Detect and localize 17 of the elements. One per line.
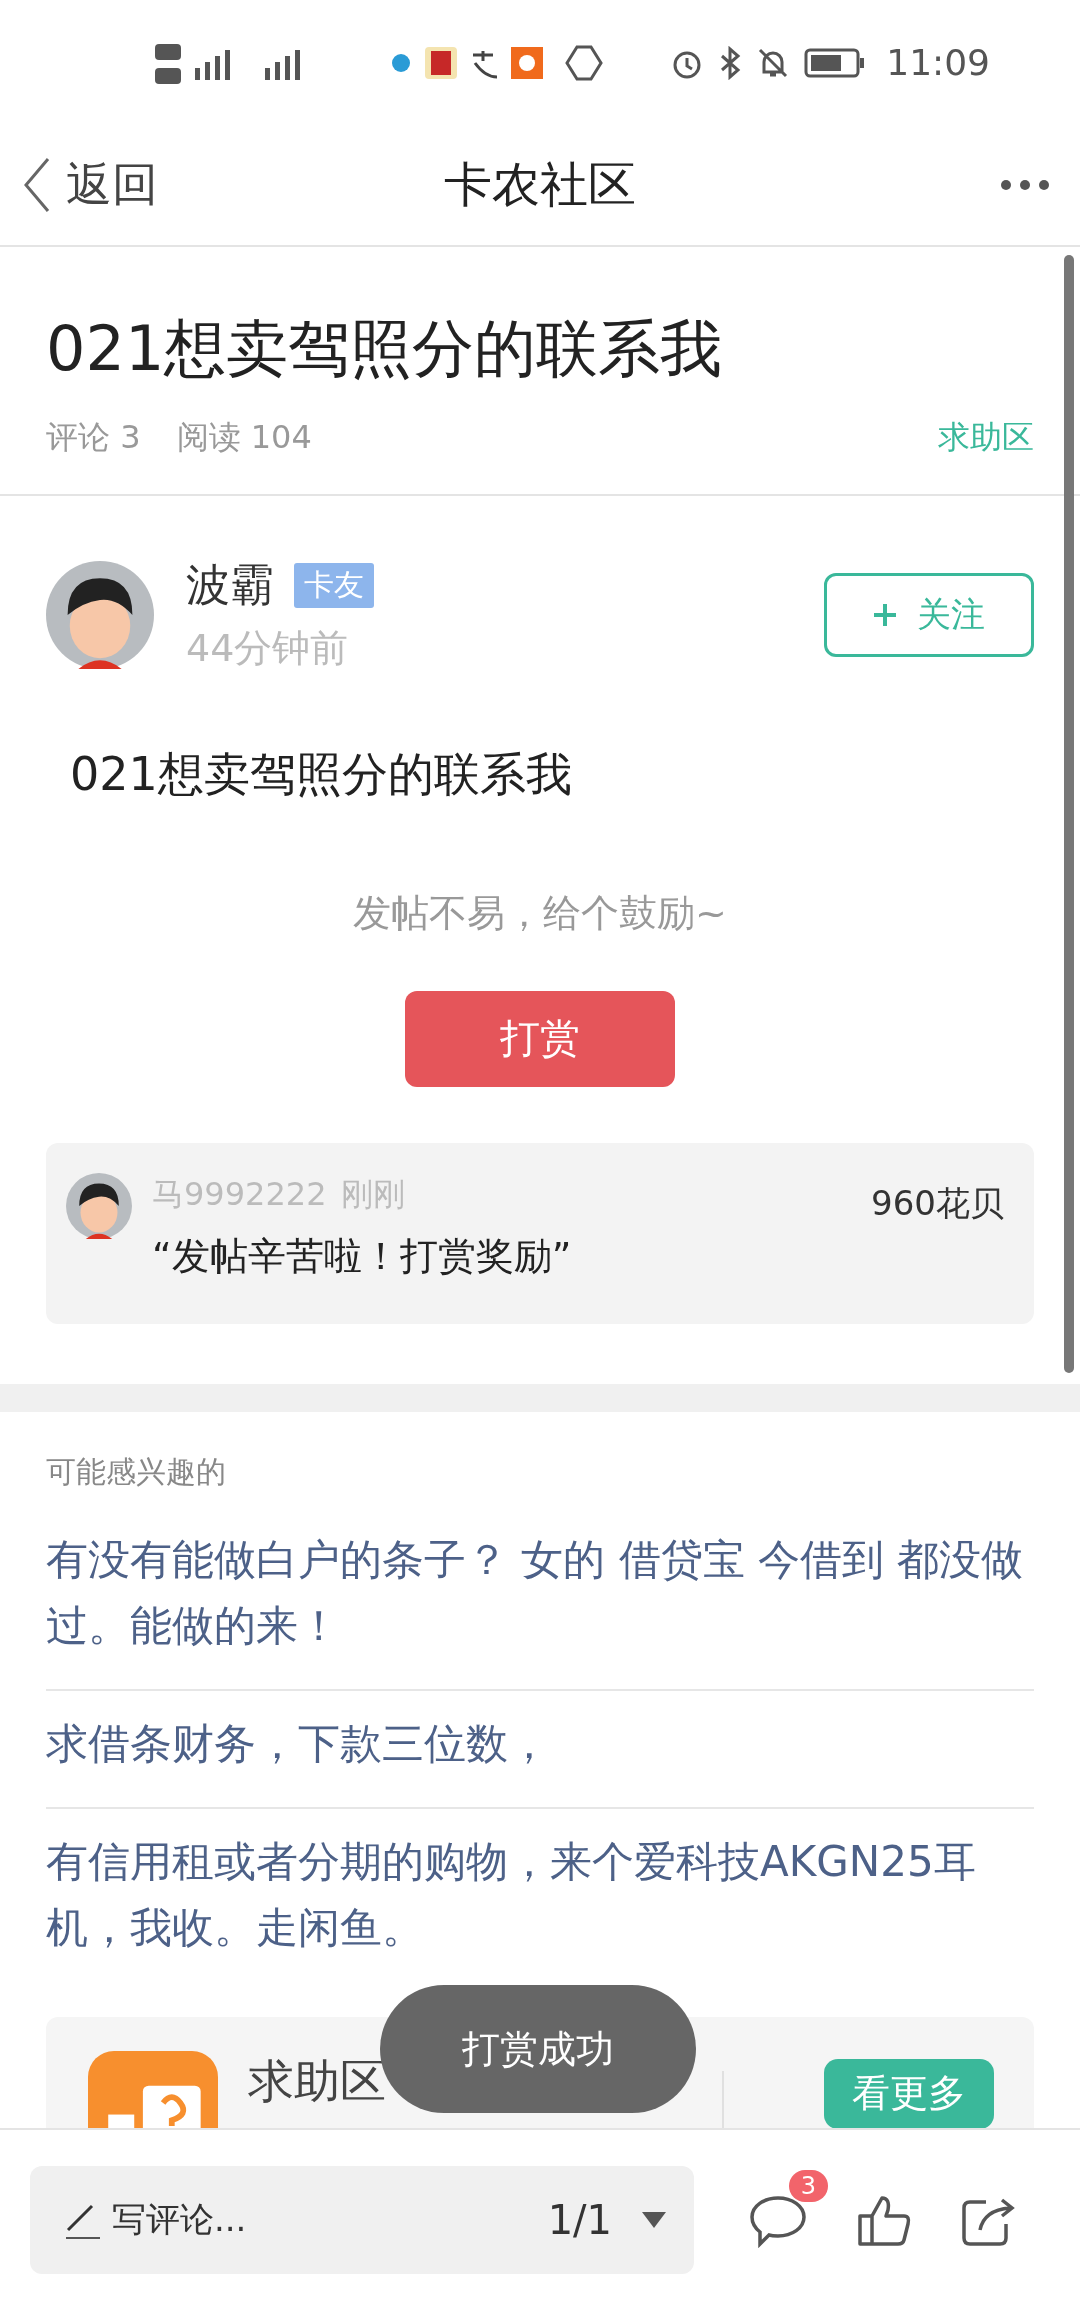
user-tag: 卡友	[294, 562, 374, 608]
comment-count-badge: 3	[788, 2170, 828, 2202]
page-indicator: 1/1	[547, 2197, 612, 2243]
reward-prompt: 发帖不易，给个鼓励~	[352, 889, 728, 937]
reward-user: 马9992222	[152, 1173, 327, 1215]
post-body: 021想卖驾照分的联系我	[70, 745, 573, 803]
post-title: 021想卖驾照分的联系我	[46, 311, 724, 387]
related-heading: 可能感兴趣的	[46, 1452, 227, 1491]
reward-message: “发帖辛苦啦！打赏奖励”	[152, 1232, 572, 1280]
read-count: 阅读 104	[176, 416, 312, 458]
reward-time: 刚刚	[340, 1173, 405, 1215]
page-title: 卡农社区	[444, 155, 636, 214]
clock-time: 11:09	[886, 42, 990, 83]
comment-placeholder: 写评论...	[112, 2198, 247, 2241]
comment-count: 评论 3	[46, 416, 141, 458]
post-time: 44分钟前	[186, 624, 350, 672]
reward-amount: 960花贝	[871, 1181, 1004, 1225]
